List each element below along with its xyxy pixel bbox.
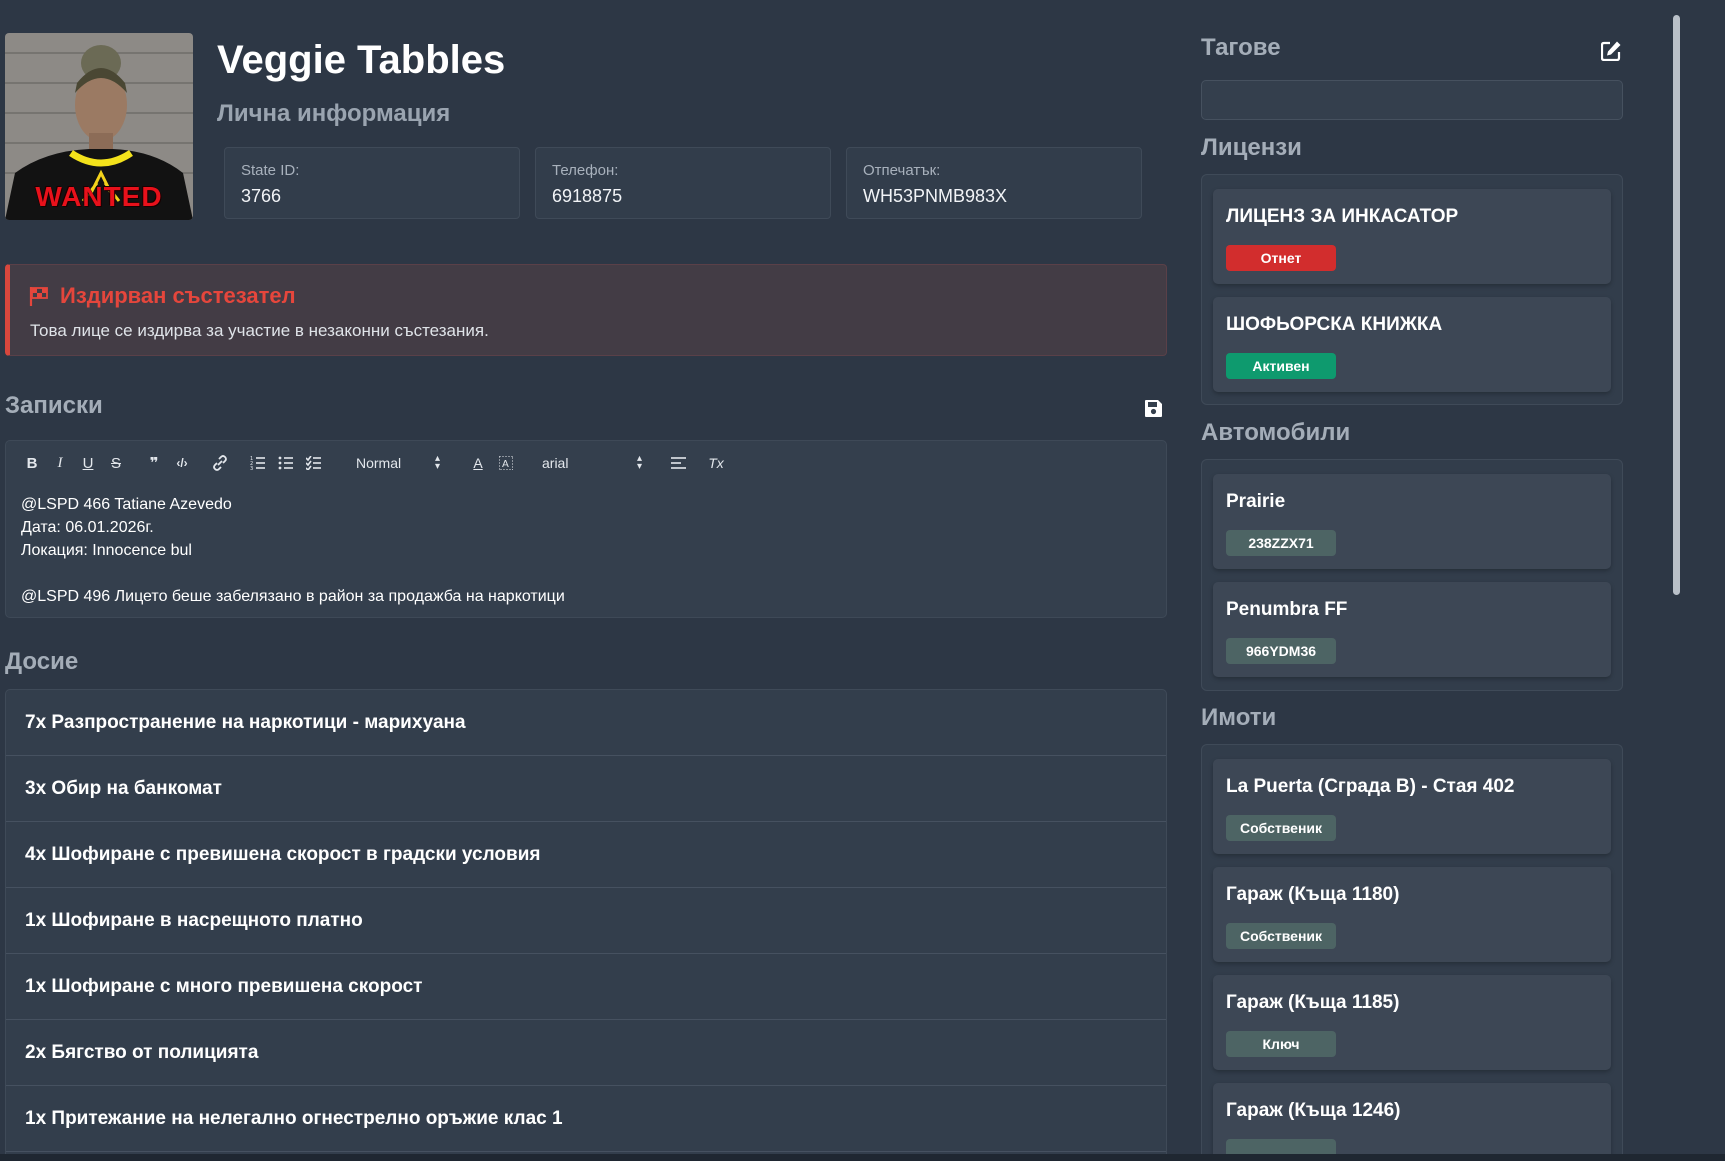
property-name: La Puerta (Сграда B) - Стая 402 [1226,776,1515,797]
license-name: ЛИЦЕНЗ ЗА ИНКАСАТОР [1226,206,1459,227]
notes-line: @LSPD 496 Лицето беше забелязано в район… [21,588,565,605]
ordered-list-icon[interactable]: 123 [244,451,272,475]
property-role-badge [1226,1139,1336,1154]
notes-heading: Записки [5,392,103,419]
code-icon[interactable]: ‹/› [168,451,196,475]
edit-tags-icon[interactable] [1600,40,1622,66]
dossier-item[interactable]: 3x Обир на банкомат [6,756,1166,822]
dossier-item[interactable]: 1x Притежание на нелегално огнестрелно о… [6,1086,1166,1152]
blockquote-icon[interactable]: ❞ [140,451,168,475]
notes-line [21,562,565,585]
dossier-item[interactable]: 7x Разпространение на наркотици - мариху… [6,690,1166,756]
notes-line: Дата: 06.01.2026г. [21,519,154,536]
vehicle-card[interactable]: Penumbra FF 966YDM36 [1213,582,1611,677]
dossier-heading: Досие [5,648,79,675]
underline-button[interactable]: U [74,451,102,475]
license-card[interactable]: ШОФЬОРСКА КНИЖКА Активен [1213,297,1611,392]
licenses-heading: Лицензи [1201,134,1302,161]
personal-info-heading: Лична информация [217,100,451,127]
link-icon[interactable] [206,451,234,475]
font-size-select[interactable]: Normal ▴ ▾ [350,451,446,475]
svg-text:A: A [502,459,509,470]
vehicles-heading: Автомобили [1201,419,1351,446]
phone-label: Телефон: [552,162,619,179]
property-name: Гараж (Къща 1185) [1226,992,1400,1013]
property-name: Гараж (Къща 1246) [1226,1100,1401,1121]
clear-format-icon[interactable]: Tx [702,451,730,475]
property-name: Гараж (Къща 1180) [1226,884,1400,905]
notes-editor: B I U S ❞ ‹/› 123 Normal ▴ ▾ A A arial ▴… [5,440,1167,618]
property-card[interactable]: Гараж (Къща 1185) Ключ [1213,975,1611,1070]
background-color-icon[interactable]: A [492,451,520,475]
strike-button[interactable]: S [102,451,130,475]
font-family-value: arial [542,455,569,471]
person-name: Veggie Tabbles [217,38,506,82]
plate-badge: 966YDM36 [1226,638,1336,664]
vehicle-card[interactable]: Prairie 238ZZX71 [1213,474,1611,569]
svg-text:3: 3 [250,466,253,470]
dossier-item[interactable]: 1x Шофиране с много превишена скорост [6,954,1166,1020]
bottom-edge [0,1154,1725,1161]
select-arrows-icon: ▴ ▾ [636,453,642,472]
notes-content[interactable]: @LSPD 466 Tatiane Azevedo Дата: 06.01.20… [21,493,565,608]
tags-heading: Тагове [1201,34,1281,61]
check-list-icon[interactable] [300,451,328,475]
phone-value: 6918875 [552,186,623,206]
state-id-value: 3766 [241,186,282,206]
property-card[interactable]: Гараж (Къща 1180) Собственик [1213,867,1611,962]
save-notes-icon[interactable] [1144,399,1163,423]
state-id-label: State ID: [241,162,300,179]
vehicle-name: Prairie [1226,491,1286,512]
properties-panel: La Puerta (Сграда B) - Стая 402 Собствен… [1201,744,1623,1154]
fingerprint-box: Отпечатък: WH53PNMB983X [846,147,1142,219]
select-arrows-icon: ▴ ▾ [434,453,440,472]
mugshot-photo: WANTED [5,33,193,220]
license-name: ШОФЬОРСКА КНИЖКА [1226,314,1443,335]
font-family-select[interactable]: arial ▴ ▾ [536,451,648,475]
font-size-value: Normal [356,455,402,471]
bullet-list-icon[interactable] [272,451,300,475]
italic-button[interactable]: I [46,451,74,475]
align-icon[interactable] [664,451,692,475]
wanted-stamp: WANTED [35,181,163,212]
notes-line: Локация: Innocence bul [21,542,192,559]
alert-title: Издирван състезател [60,283,296,308]
fingerprint-label: Отпечатък: [863,162,941,179]
wanted-racer-alert: Издирван състезател Това лице се издирва… [5,264,1167,356]
dossier-item[interactable]: 1x Шофиране в насрещното платно [6,888,1166,954]
property-role-badge: Собственик [1226,923,1336,949]
alert-text: Това лице се издирва за участие в незако… [30,321,489,340]
tags-input[interactable] [1201,80,1623,120]
license-card[interactable]: ЛИЦЕНЗ ЗА ИНКАСАТОР Отнет [1213,189,1611,284]
fingerprint-value: WH53PNMB983X [863,186,1008,206]
vehicles-panel: Prairie 238ZZX71 Penumbra FF 966YDM36 [1201,459,1623,691]
dossier-item[interactable]: 2x Бягство от полицията [6,1020,1166,1086]
editor-toolbar: B I U S ❞ ‹/› 123 Normal ▴ ▾ A A arial ▴… [18,451,730,475]
vehicle-name: Penumbra FF [1226,599,1348,620]
license-status-badge: Активен [1226,353,1336,379]
dossier-item[interactable]: 4x Шофиране с превишена скорост в градск… [6,822,1166,888]
page-scrollbar[interactable] [1673,15,1680,595]
property-role-badge: Собственик [1226,815,1336,841]
dossier-list: 7x Разпространение на наркотици - мариху… [5,689,1167,1161]
property-card[interactable]: La Puerta (Сграда B) - Стая 402 Собствен… [1213,759,1611,854]
property-card[interactable]: Гараж (Къща 1246) [1213,1083,1611,1154]
licenses-panel: ЛИЦЕНЗ ЗА ИНКАСАТОР Отнет ШОФЬОРСКА КНИЖ… [1201,174,1623,405]
state-id-box: State ID: 3766 [224,147,520,219]
phone-box: Телефон: 6918875 [535,147,831,219]
property-role-badge: Ключ [1226,1031,1336,1057]
text-color-icon[interactable]: A [464,451,492,475]
properties-heading: Имоти [1201,704,1277,731]
notes-line: @LSPD 466 Tatiane Azevedo [21,496,232,513]
plate-badge: 238ZZX71 [1226,530,1336,556]
checkered-flag-icon [28,285,50,307]
bold-button[interactable]: B [18,451,46,475]
license-status-badge: Отнет [1226,245,1336,271]
alert-title-row: Издирван състезател [28,283,296,309]
